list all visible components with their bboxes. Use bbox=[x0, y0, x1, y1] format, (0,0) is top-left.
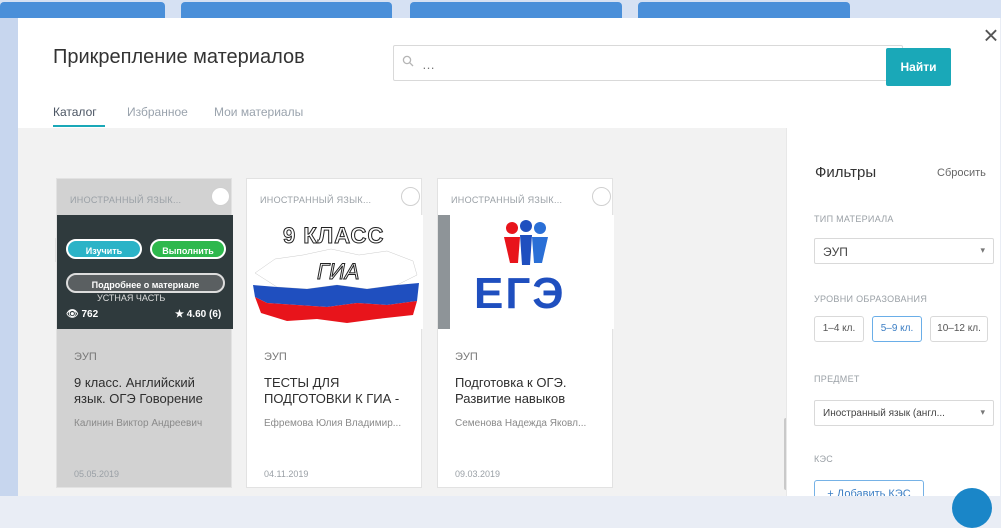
card-title[interactable]: ТЕСТЫ ДЛЯ ПОДГОТОВКИ К ГИА - bbox=[264, 375, 416, 407]
search-box[interactable] bbox=[393, 45, 903, 82]
add-kes-button[interactable]: + Добавить КЭС bbox=[814, 480, 924, 496]
details-button[interactable]: Подробнее о материале bbox=[66, 273, 225, 293]
active-tab-indicator bbox=[53, 125, 105, 127]
background-sidebar bbox=[0, 18, 18, 496]
material-card[interactable]: ИНОСТРАННЫЙ ЯЗЫК... 9 КЛАСС ГИА ЭУП ТЕСТ… bbox=[246, 178, 423, 488]
thumbnail-heading: 9 КЛАСС bbox=[282, 223, 385, 249]
material-type: ЭУП bbox=[264, 351, 287, 363]
subject-tag: ИНОСТРАННЫЙ ЯЗЫК... bbox=[260, 195, 372, 205]
dialog-header: Прикрепление материалов Найти × Каталог … bbox=[18, 18, 1000, 128]
study-button[interactable]: Изучить bbox=[66, 239, 142, 259]
card-author: Ефремова Юлия Владимир... bbox=[264, 418, 402, 429]
views-value: 762 bbox=[81, 309, 99, 320]
level-10-12-button[interactable]: 10–12 кл. bbox=[930, 316, 988, 342]
level-5-9-button[interactable]: 5–9 кл. bbox=[872, 316, 922, 342]
card-author: Семенова Надежда Яковл... bbox=[455, 418, 587, 429]
material-type-select[interactable]: ЭУП ▾ bbox=[814, 238, 994, 264]
tab-catalog[interactable]: Каталог bbox=[53, 105, 97, 119]
subject-tag: ИНОСТРАННЫЙ ЯЗЫК... bbox=[70, 195, 182, 205]
card-date: 05.05.2019 bbox=[74, 469, 120, 479]
views-count: 👁 762 bbox=[66, 309, 99, 320]
close-icon[interactable]: × bbox=[978, 22, 1000, 48]
subject-select[interactable]: Иностранный язык (англ... ▾ bbox=[814, 400, 994, 426]
card-author: Калинин Виктор Андреевич bbox=[74, 418, 203, 429]
tab-favorites[interactable]: Избранное bbox=[127, 105, 188, 119]
card-thumbnail: Изучить Выполнить Подробнее о материале … bbox=[57, 215, 233, 329]
card-title[interactable]: 9 класс. Английский язык. ОГЭ Говорение bbox=[74, 375, 226, 407]
select-checkbox[interactable] bbox=[401, 187, 420, 206]
kes-label: КЭС bbox=[814, 454, 834, 464]
thumbnail-heading: ЕГЭ bbox=[474, 269, 566, 318]
rating: ★ 4.60 (6) bbox=[175, 309, 222, 320]
education-level-label: УРОВНИ ОБРАЗОВАНИЯ bbox=[814, 294, 928, 304]
filters-panel: Фильтры Сбросить ТИП МАТЕРИАЛА ЭУП ▾ УРО… bbox=[786, 128, 1000, 496]
material-type-value: ЭУП bbox=[823, 245, 848, 259]
rating-value: 4.60 (6) bbox=[186, 309, 222, 320]
card-date: 09.03.2019 bbox=[455, 469, 501, 479]
help-chat-button[interactable] bbox=[952, 488, 992, 528]
search-icon bbox=[402, 55, 414, 67]
subject-value: Иностранный язык (англ... bbox=[823, 408, 945, 419]
filters-title: Фильтры bbox=[815, 164, 877, 181]
material-type-label: ТИП МАТЕРИАЛА bbox=[814, 214, 894, 224]
dialog-title: Прикрепление материалов bbox=[53, 46, 305, 68]
tab-my-materials[interactable]: Мои материалы bbox=[214, 105, 303, 119]
material-card[interactable]: ИНОСТРАННЫЙ ЯЗЫК... ЕГЭ ЭУП Подготовка к… bbox=[437, 178, 614, 488]
select-checkbox[interactable] bbox=[592, 187, 611, 206]
search-input[interactable] bbox=[420, 46, 894, 82]
reset-filters-link[interactable]: Сбросить bbox=[937, 167, 986, 179]
thumbnail-caption: УСТНАЯ ЧАСТЬ bbox=[97, 293, 166, 303]
select-checkbox[interactable] bbox=[211, 187, 230, 206]
find-button[interactable]: Найти bbox=[886, 48, 951, 86]
thumbnail-subheading: ГИА bbox=[316, 259, 360, 285]
chevron-down-icon: ▾ bbox=[980, 245, 985, 255]
thumbnail-edge bbox=[438, 215, 450, 329]
level-1-4-button[interactable]: 1–4 кл. bbox=[814, 316, 864, 342]
ege-logo-icon bbox=[504, 220, 548, 265]
chevron-down-icon: ▾ bbox=[980, 407, 985, 417]
material-card[interactable]: ИНОСТРАННЫЙ ЯЗЫК... Изучить Выполнить По… bbox=[56, 178, 233, 488]
subject-tag: ИНОСТРАННЫЙ ЯЗЫК... bbox=[451, 195, 563, 205]
card-thumbnail: ЕГЭ bbox=[438, 215, 614, 329]
material-type: ЭУП bbox=[74, 351, 97, 363]
card-date: 04.11.2019 bbox=[264, 469, 309, 479]
subject-label: ПРЕДМЕТ bbox=[814, 374, 860, 384]
do-button[interactable]: Выполнить bbox=[150, 239, 226, 259]
material-type: ЭУП bbox=[455, 351, 478, 363]
card-thumbnail: 9 КЛАСС ГИА bbox=[247, 215, 423, 329]
card-title[interactable]: Подготовка к ОГЭ. Развитие навыков bbox=[455, 375, 607, 407]
